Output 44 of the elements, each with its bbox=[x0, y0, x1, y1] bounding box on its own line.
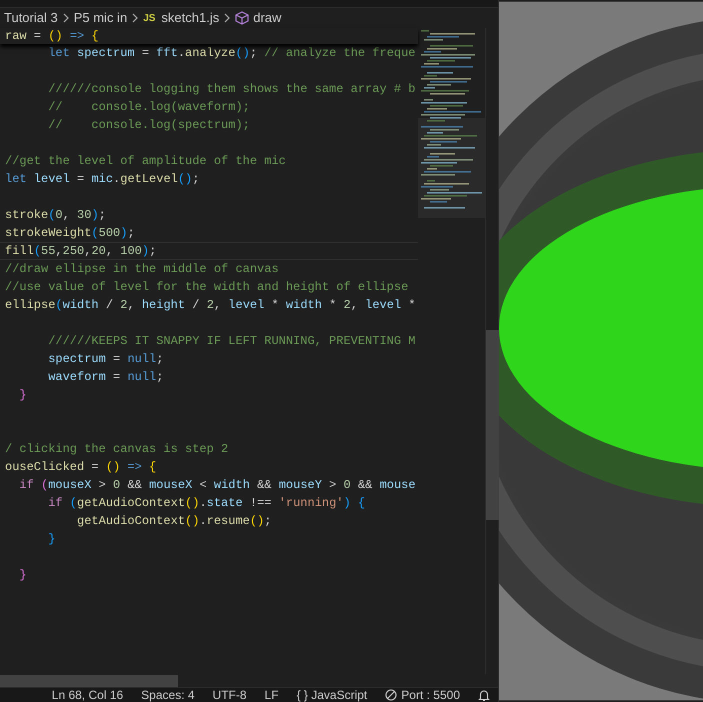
code-line: //use value of level for the width and height of ellipse bbox=[4, 279, 408, 296]
code-line: strokeWeight(500); bbox=[4, 225, 135, 242]
slashed-circle-icon bbox=[385, 689, 398, 701]
scrollbar-thumb[interactable] bbox=[486, 330, 499, 520]
status-item[interactable]: LF bbox=[264, 688, 279, 702]
code-line: // console.log(spectrum); bbox=[47, 117, 250, 134]
code-line: } bbox=[18, 387, 27, 404]
breadcrumb-item[interactable]: sketch1.js bbox=[161, 8, 220, 28]
language-mode-button[interactable]: { } JavaScript bbox=[296, 688, 368, 702]
file-type-label: JS bbox=[143, 12, 156, 26]
code-line: let spectrum = fft.analyze(); // analyze the freque bbox=[47, 45, 416, 62]
chevron-right-icon bbox=[224, 13, 230, 23]
breadcrumb-item[interactable]: P5 mic in bbox=[74, 8, 128, 28]
status-item[interactable]: UTF-8 bbox=[212, 688, 247, 702]
code-line: stroke(0, 30); bbox=[4, 207, 106, 224]
code-line: // console.log(waveform); bbox=[47, 99, 250, 116]
port-button[interactable]: Port : 5500 bbox=[401, 688, 460, 702]
code-line: / clicking the canvas is step 2 bbox=[4, 441, 228, 458]
cube-icon bbox=[235, 11, 250, 25]
code-line: spectrum = null; bbox=[47, 351, 164, 368]
code-line: //////console logging them shows the same array # b bbox=[47, 81, 416, 98]
code-line: ellipse(width / 2, height / 2, level * width * 2, level * bbox=[4, 297, 416, 314]
code-line: if (getAudioContext().state !== 'running') { bbox=[47, 495, 366, 512]
chevron-right-icon bbox=[62, 13, 69, 23]
code-line: } bbox=[18, 567, 27, 584]
chevron-right-icon bbox=[132, 13, 138, 23]
code-line: fill(55,250,20, 100); bbox=[0, 242, 418, 260]
code-line: } bbox=[47, 531, 56, 548]
scrollbar-thumb[interactable] bbox=[0, 675, 178, 687]
code-line: //////KEEPS IT SNAPPY IF LEFT RUNNING, PREVENTING M bbox=[47, 333, 416, 350]
code-line: //draw ellipse in the middle of canvas bbox=[4, 261, 279, 278]
code-line: //get the level of amplitude of the mic bbox=[4, 153, 286, 170]
code-line: getAudioContext().resume(); bbox=[76, 513, 272, 530]
breadcrumb-item[interactable]: draw bbox=[253, 8, 282, 28]
code-line: raw = () => { bbox=[4, 28, 99, 44]
bell-icon[interactable] bbox=[478, 688, 490, 702]
status-item[interactable]: Spaces: 4 bbox=[141, 688, 195, 702]
minimap-drawing[interactable] bbox=[418, 28, 485, 218]
code-line: ouseClicked = () => { bbox=[4, 459, 156, 476]
code-line: waveform = null; bbox=[47, 369, 164, 386]
code-line: if (mouseX > 0 && mouseX < width && mouseY > 0 && mouse bbox=[18, 477, 416, 494]
status-item[interactable]: Ln 68, Col 16 bbox=[52, 688, 124, 702]
code-line: let level = mic.getLevel(); bbox=[4, 171, 200, 188]
breadcrumb-item[interactable]: Tutorial 3 bbox=[4, 8, 58, 28]
